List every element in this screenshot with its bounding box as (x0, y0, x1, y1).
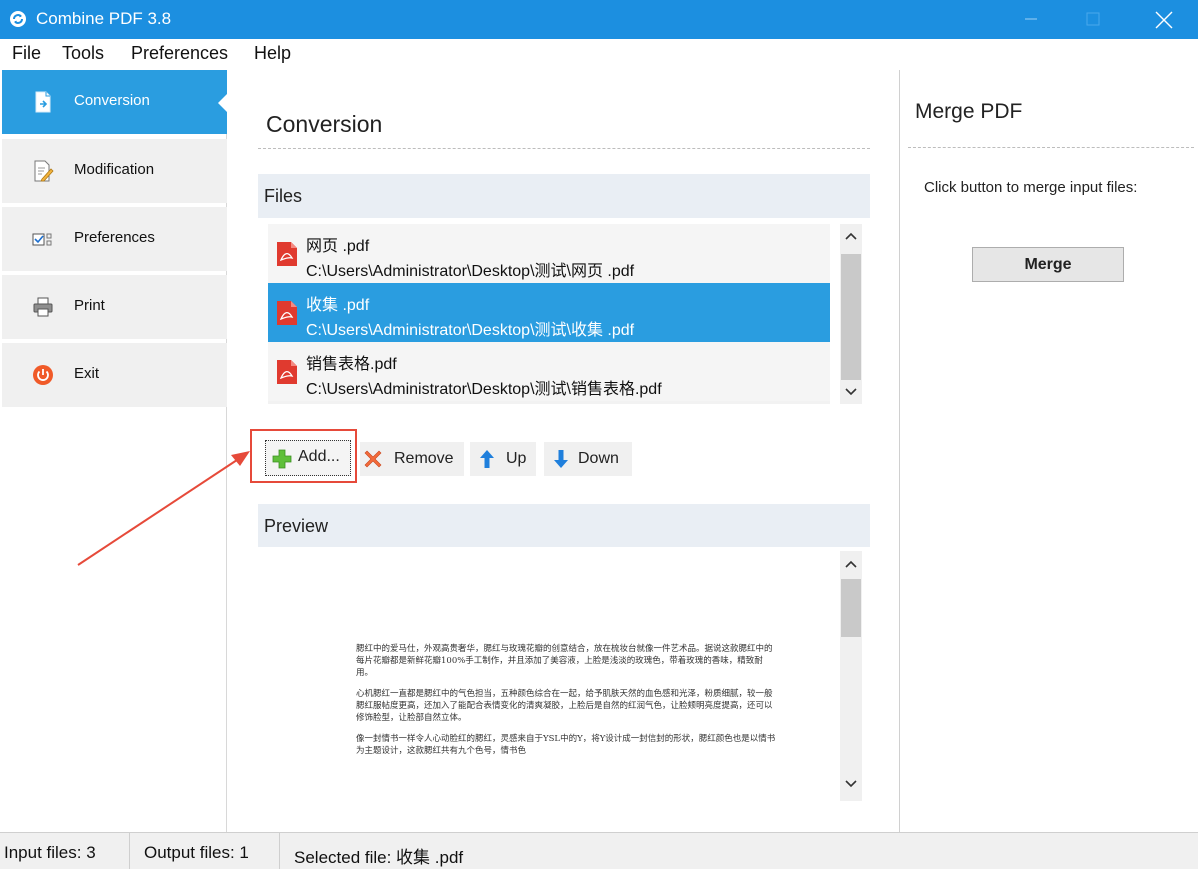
file-name: 网页 .pdf (306, 238, 370, 255)
file-name: 收集 .pdf (306, 297, 370, 314)
sidebar-item-exit[interactable]: Exit (2, 343, 227, 407)
status-selected-label: Selected file: 收集 .pdf (294, 848, 464, 867)
files-section-header: Files (258, 174, 870, 218)
list-item[interactable]: 网页 .pdf C:\Users\Administrator\Desktop\测… (268, 224, 830, 283)
preview-document: 腮红中的爱马仕，外观高贵奢华，腮红与玫瑰花瓣的创意结合，放在梳妆台就像一件艺术品… (356, 643, 776, 766)
file-path: C:\Users\Administrator\Desktop\测试\收集 .pd… (306, 322, 635, 339)
merge-instruction: Click button to merge input files: (924, 179, 1138, 196)
minimize-button[interactable] (1008, 0, 1054, 39)
window-title: Combine PDF 3.8 (36, 9, 172, 28)
sidebar-item-modification[interactable]: Modification (2, 139, 227, 203)
status-output-label: Output files: 1 (144, 843, 249, 862)
merge-panel: Merge PDF Click button to merge input fi… (899, 70, 1198, 832)
down-button-label: Down (578, 450, 619, 467)
preview-paragraph: 心机腮红一直都是腮红中的气色担当，五种颜色综合在一起，给予肌肤天然的血色感和光泽… (356, 689, 773, 723)
preview-paragraph: 像一封情书一样令人心动脸红的腮红，灵感来自于YSL中的Y，将Y设计成一封信封的形… (356, 734, 776, 756)
list-item[interactable]: 销售表格.pdf C:\Users\Administrator\Desktop\… (268, 342, 830, 401)
maximize-icon (1086, 12, 1100, 26)
pdf-file-icon (277, 360, 297, 384)
sidebar: Conversion Modification Preferences Prin… (2, 70, 227, 832)
file-path: C:\Users\Administrator\Desktop\测试\销售表格.p… (306, 381, 662, 398)
app-logo-icon (10, 11, 26, 27)
menu-file[interactable]: File (12, 43, 41, 64)
files-header-label: Files (264, 186, 303, 206)
status-selected-file: Selected file: 收集 .pdf (290, 833, 1198, 869)
remove-button[interactable]: Remove (360, 442, 464, 476)
close-icon (1155, 11, 1173, 29)
edit-icon (34, 160, 54, 182)
up-button-label: Up (506, 450, 527, 467)
arrow-up-icon (480, 450, 494, 468)
menu-preferences[interactable]: Preferences (131, 43, 228, 64)
remove-icon (364, 450, 382, 468)
down-button[interactable]: Down (544, 442, 632, 476)
add-button-label: Add... (298, 448, 340, 465)
sidebar-item-label: Print (74, 297, 105, 314)
title-bar: Combine PDF 3.8 (0, 0, 1198, 39)
file-list[interactable]: 网页 .pdf C:\Users\Administrator\Desktop\测… (268, 224, 830, 404)
pdf-file-icon (277, 301, 297, 325)
preview-header-label: Preview (264, 516, 329, 536)
preview-section-header: Preview (258, 504, 870, 548)
scroll-up-icon[interactable] (844, 557, 858, 571)
status-bar: Input files: 3 Output files: 1 Selected … (0, 832, 1198, 869)
list-item[interactable]: 收集 .pdf C:\Users\Administrator\Desktop\测… (268, 283, 830, 342)
menu-tools[interactable]: Tools (62, 43, 104, 64)
menu-bar: File Tools Preferences Help (0, 39, 1198, 70)
preview-paragraph: 腮红中的爱马仕，外观高贵奢华，腮红与玫瑰花瓣的创意结合，放在梳妆台就像一件艺术品… (356, 644, 773, 678)
title-divider (258, 148, 870, 149)
active-indicator (218, 94, 227, 112)
pdf-file-icon (277, 242, 297, 266)
sidebar-item-label: Preferences (74, 229, 155, 246)
up-button[interactable]: Up (470, 442, 536, 476)
status-input-label: Input files: 3 (4, 843, 96, 862)
scrollbar-thumb[interactable] (841, 254, 861, 380)
maximize-button[interactable] (1070, 0, 1116, 39)
power-icon (33, 365, 53, 385)
sidebar-item-preferences[interactable]: Preferences (2, 207, 227, 271)
sidebar-item-print[interactable]: Print (2, 275, 227, 339)
conversion-panel: Conversion Files 网页 .pdf C:\Users\Admini… (228, 70, 899, 832)
minimize-icon (1025, 18, 1037, 20)
merge-divider (908, 147, 1194, 148)
merge-button[interactable]: Merge (972, 247, 1124, 282)
arrow-down-icon (554, 450, 568, 468)
add-button[interactable]: Add... (265, 440, 351, 476)
scroll-down-icon[interactable] (844, 777, 858, 791)
preview-pane[interactable]: 腮红中的爱马仕，外观高贵奢华，腮红与玫瑰花瓣的创意结合，放在梳妆台就像一件艺术品… (258, 547, 870, 832)
sidebar-item-label: Modification (74, 161, 155, 178)
menu-help[interactable]: Help (254, 43, 291, 64)
merge-title: Merge PDF (915, 100, 1023, 123)
remove-button-label: Remove (394, 450, 454, 467)
conversion-icon (35, 91, 51, 113)
file-list-scrollbar[interactable] (840, 224, 862, 404)
plus-icon (272, 449, 292, 469)
preview-scrollbar[interactable] (840, 551, 862, 801)
status-output-files: Output files: 1 (140, 833, 280, 869)
page-title: Conversion (266, 111, 383, 137)
sidebar-item-label: Exit (74, 365, 100, 382)
close-button[interactable] (1140, 0, 1186, 39)
sidebar-item-conversion[interactable]: Conversion (2, 70, 227, 134)
checkbox-icon (32, 233, 52, 246)
sidebar-item-label: Conversion (74, 92, 150, 109)
status-input-files: Input files: 3 (0, 833, 130, 869)
scroll-down-icon[interactable] (844, 385, 858, 399)
scroll-up-icon[interactable] (844, 229, 858, 243)
scrollbar-thumb[interactable] (841, 579, 861, 637)
printer-icon (33, 297, 53, 317)
file-name: 销售表格.pdf (306, 356, 397, 373)
file-path: C:\Users\Administrator\Desktop\测试\网页 .pd… (306, 263, 635, 280)
